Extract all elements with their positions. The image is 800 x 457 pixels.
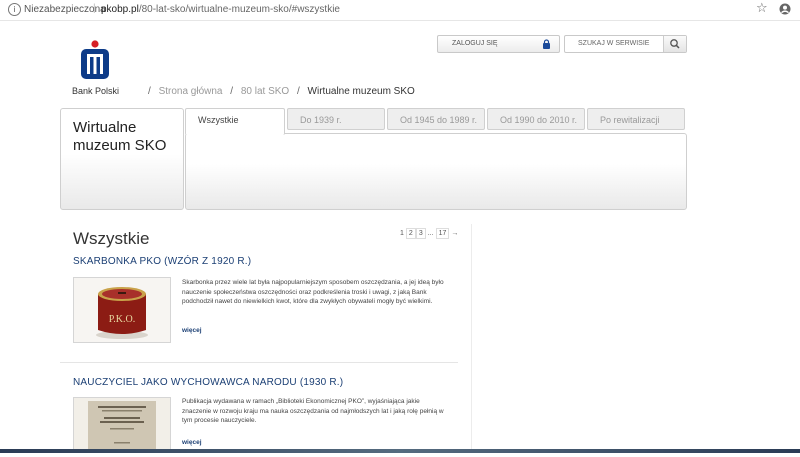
article-description: Publikacja wydawana w ramach „Biblioteki…	[182, 398, 444, 424]
tab-1990-2010[interactable]: Od 1990 do 2010 r.	[487, 108, 585, 130]
login-button[interactable]: ZALOGUJ SIĘ	[437, 35, 560, 53]
breadcrumb-home-link[interactable]: Strona główna	[159, 86, 223, 97]
article-title-link[interactable]: NAUCZYCIEL JAKO WYCHOWAWCA NARODU (1930 …	[73, 377, 343, 388]
breadcrumb-80-lat-link[interactable]: 80 lat SKO	[241, 86, 289, 97]
pagination: 1 2 3... 17 →	[398, 228, 460, 239]
breadcrumb-current: Wirtualne muzeum SKO	[307, 86, 415, 97]
tab-panel	[185, 133, 687, 210]
article-thumbnail[interactable]: P.K.O.	[73, 277, 171, 343]
lock-icon	[543, 39, 550, 49]
browser-address-bar[interactable]: i Niezabezpieczona | pkobp.pl/80-lat-sko…	[0, 0, 800, 21]
breadcrumb: / Strona główna / 80 lat SKO / Wirtualne…	[143, 86, 415, 97]
tab-po-rewitalizacji[interactable]: Po rewitalizacji	[587, 108, 685, 130]
more-link[interactable]: więcej	[182, 439, 202, 446]
breadcrumb-separator: /	[148, 86, 151, 97]
url-text[interactable]: pkobp.pl/80-lat-sko/wirtualne-muzeum-sko…	[101, 4, 340, 15]
more-link[interactable]: więcej	[182, 327, 202, 334]
info-icon[interactable]: i	[8, 3, 21, 16]
museum-title: Wirtualne muzeum SKO	[73, 119, 166, 155]
article-separator	[60, 362, 458, 363]
pko-bank-polski-logo[interactable]	[80, 40, 110, 80]
breadcrumb-separator: /	[230, 86, 234, 97]
brand-name: Bank Polski	[72, 86, 120, 96]
taskbar-strip	[0, 449, 800, 453]
account-icon[interactable]	[779, 3, 791, 15]
tab-1945-1989[interactable]: Od 1945 do 1989 r.	[387, 108, 485, 130]
museum-title-line2: muzeum SKO	[73, 137, 167, 154]
bookmark-star-icon[interactable]: ☆	[756, 1, 768, 16]
museum-title-box: Wirtualne muzeum SKO	[60, 108, 184, 210]
page-1[interactable]: 1	[398, 229, 406, 238]
page-3[interactable]: 3	[415, 228, 426, 239]
section-heading: Wszystkie	[73, 229, 150, 248]
url-domain: pkobp.pl	[101, 4, 139, 15]
search-placeholder: SZUKAJ W SERWISIE	[578, 40, 650, 47]
address-separator: |	[93, 3, 96, 14]
search-icon	[670, 39, 680, 49]
tab-wszystkie[interactable]: Wszystkie	[185, 108, 285, 135]
article-description: Skarbonka przez wiele lat była najpopula…	[182, 279, 444, 305]
content-divider	[471, 224, 472, 453]
search-button[interactable]	[663, 36, 686, 52]
publication-cover-image	[74, 398, 170, 452]
article-title-link[interactable]: SKARBONKA PKO (WZÓR Z 1920 R.)	[73, 256, 251, 267]
museum-title-line1: Wirtualne	[73, 119, 137, 136]
url-path: /80-lat-sko/wirtualne-muzeum-sko/#wszyst…	[138, 4, 340, 15]
tab-do-1939[interactable]: Do 1939 r.	[287, 108, 385, 130]
login-label: ZALOGUJ SIĘ	[452, 40, 498, 47]
page-last[interactable]: 17	[435, 228, 450, 239]
breadcrumb-separator: /	[296, 86, 300, 97]
article-thumbnail[interactable]	[73, 397, 171, 453]
search-field[interactable]: SZUKAJ W SERWISIE	[564, 35, 687, 53]
money-box-image: P.K.O.	[74, 278, 170, 342]
page-ellipsis: ...	[427, 230, 434, 237]
next-page-arrow-icon[interactable]: →	[449, 229, 460, 238]
page-2[interactable]: 2	[405, 228, 416, 239]
money-box-label: P.K.O.	[109, 314, 135, 325]
